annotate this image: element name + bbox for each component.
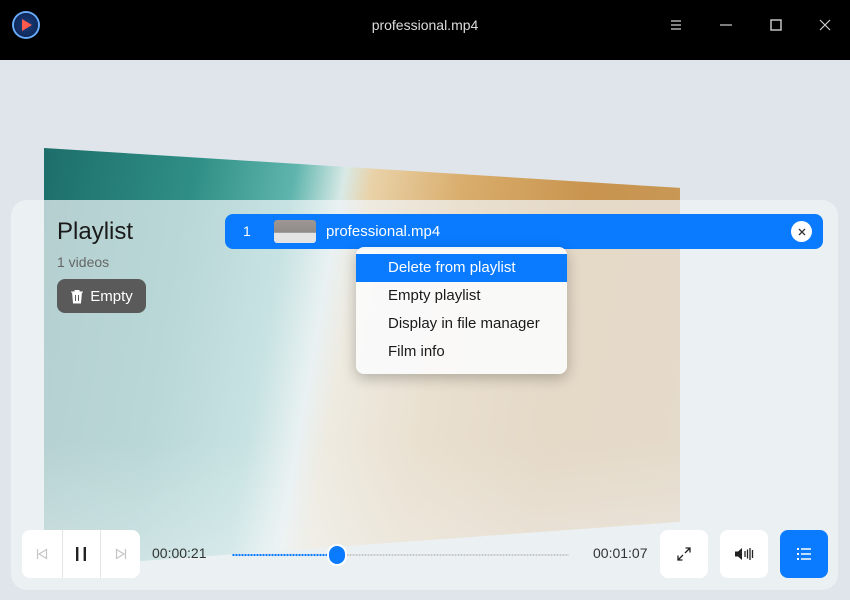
close-button[interactable] [813, 13, 837, 37]
close-icon [798, 228, 805, 235]
empty-button-label: Empty [90, 287, 133, 305]
menu-item-film-info[interactable]: Film info [356, 338, 567, 366]
playlist-item-name: professional.mp4 [326, 223, 441, 240]
menu-item-display-in-file-manager[interactable]: Display in file manager [356, 310, 567, 338]
trash-icon [71, 289, 84, 303]
minimize-icon [720, 24, 732, 26]
maximize-icon [770, 19, 782, 31]
remove-item-button[interactable] [791, 221, 812, 242]
playlist-item-index: 1 [243, 223, 251, 239]
playback-controls [22, 530, 140, 578]
playlist-item[interactable]: 1 professional.mp4 [225, 214, 823, 249]
previous-button[interactable] [22, 530, 62, 578]
pause-button[interactable] [61, 530, 101, 578]
volume-icon [735, 548, 754, 560]
playlist-toggle-button[interactable] [780, 530, 828, 578]
pause-icon [76, 547, 86, 561]
title-bar: professional.mp4 [0, 0, 850, 50]
video-thumbnail [274, 220, 316, 243]
total-time: 00:01:07 [593, 545, 648, 561]
volume-button[interactable] [720, 530, 768, 578]
playlist-title: Playlist [57, 218, 134, 245]
next-button[interactable] [101, 530, 141, 578]
menu-item-empty-playlist[interactable]: Empty playlist [356, 282, 567, 310]
empty-playlist-button[interactable]: Empty [57, 279, 146, 313]
minimize-button[interactable] [714, 13, 738, 37]
next-icon [115, 548, 127, 560]
context-menu: Delete from playlist Empty playlist Disp… [356, 247, 567, 374]
current-time: 00:00:21 [152, 545, 207, 561]
menu-icon [671, 20, 681, 30]
fullscreen-button[interactable] [660, 530, 708, 578]
menu-button[interactable] [664, 13, 688, 37]
menu-item-delete-from-playlist[interactable]: Delete from playlist [356, 254, 567, 282]
playlist-icon [797, 548, 811, 560]
close-icon [819, 19, 831, 31]
maximize-button[interactable] [764, 13, 788, 37]
progress-handle[interactable] [327, 544, 347, 566]
progress-fill [232, 553, 337, 557]
fullscreen-icon [677, 547, 691, 561]
playlist-count: 1 videos [57, 254, 110, 270]
previous-icon [36, 548, 48, 560]
